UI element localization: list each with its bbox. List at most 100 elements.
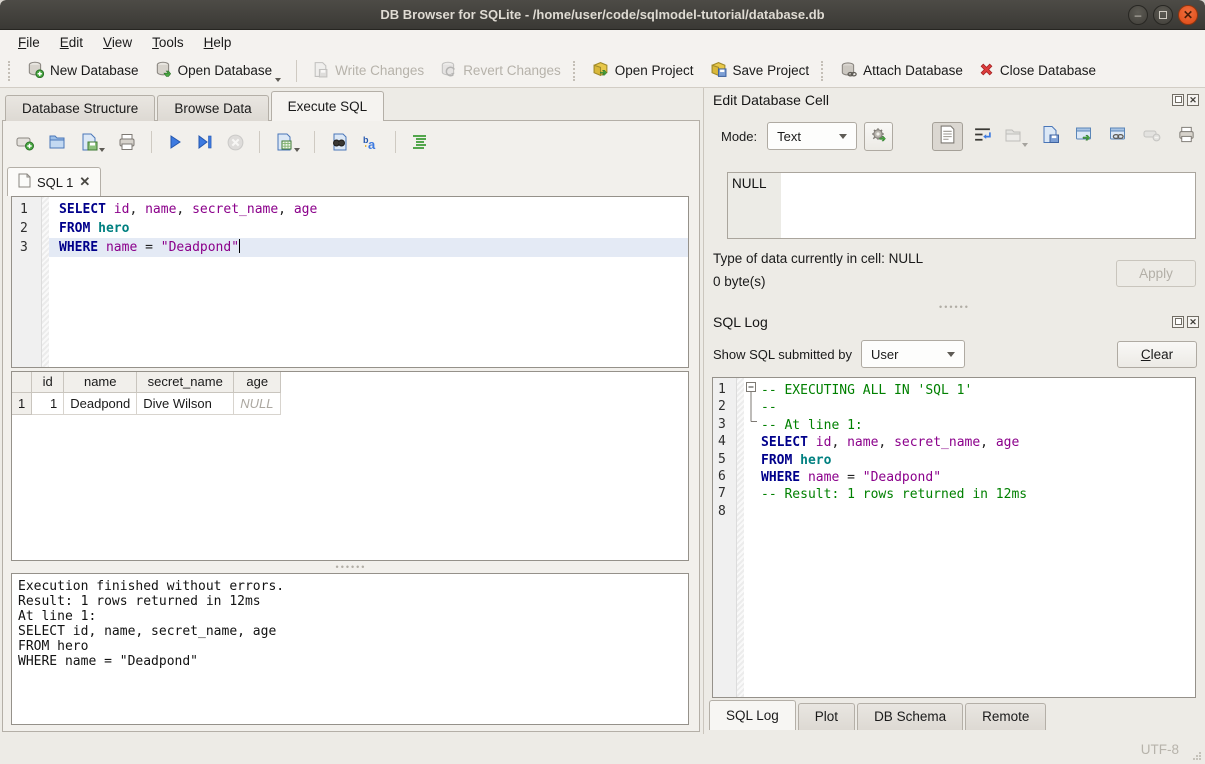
- play-to-line-icon: [196, 133, 214, 151]
- open-sql-file-button[interactable]: [47, 132, 67, 152]
- print-button[interactable]: [117, 132, 137, 152]
- link-button[interactable]: [1105, 126, 1131, 146]
- cell-age[interactable]: NULL: [234, 392, 281, 414]
- write-changes-label: Write Changes: [335, 63, 424, 78]
- format-indent-button[interactable]: [410, 132, 430, 152]
- auto-switch-mode-button[interactable]: [864, 122, 893, 151]
- left-pane: Database Structure Browse Data Execute S…: [0, 88, 702, 734]
- code-line: FROM hero: [49, 219, 688, 238]
- execute-all-button[interactable]: [166, 133, 184, 151]
- corner-header[interactable]: [12, 372, 32, 392]
- execute-sql-page: ba SQL 1 ✕ 1 2 3: [2, 120, 700, 732]
- find-button[interactable]: [329, 132, 349, 152]
- close-database-icon: [979, 62, 994, 80]
- cell-id[interactable]: 1: [32, 392, 64, 414]
- open-external-icon: [1075, 126, 1094, 146]
- mode-select[interactable]: Text: [767, 122, 857, 150]
- open-external-button[interactable]: [1071, 126, 1097, 146]
- float-icon[interactable]: [1172, 94, 1184, 106]
- autocomplete-button[interactable]: ba: [361, 132, 381, 152]
- text-mode-button[interactable]: [932, 122, 963, 151]
- column-header-secret-name[interactable]: secret_name: [137, 372, 234, 392]
- sql-code-editor[interactable]: 1 2 3 SELECT id, name, secret_name, age …: [11, 196, 689, 368]
- close-database-button[interactable]: Close Database: [971, 56, 1104, 86]
- dock-splitter-handle[interactable]: ••••••: [704, 304, 1205, 310]
- word-wrap-icon: [973, 126, 992, 146]
- splitter-handle[interactable]: ••••••: [3, 564, 699, 570]
- table-row: 1 1 Deadpond Dive Wilson NULL: [12, 392, 281, 414]
- column-header-id[interactable]: id: [32, 372, 64, 392]
- menu-edit[interactable]: Edit: [50, 33, 93, 52]
- export-icon: [1041, 125, 1060, 147]
- tab-database-structure[interactable]: Database Structure: [5, 95, 155, 121]
- titlebar[interactable]: DB Browser for SQLite - /home/user/code/…: [0, 0, 1205, 30]
- cell-name[interactable]: Deadpond: [64, 392, 137, 414]
- text-mode-icon: [939, 125, 956, 147]
- new-database-button[interactable]: New Database: [19, 56, 147, 86]
- column-header-age[interactable]: age: [234, 372, 281, 392]
- open-project-button[interactable]: Open Project: [584, 56, 702, 86]
- execution-message-area[interactable]: Execution finished without errors. Resul…: [11, 573, 689, 725]
- float-icon[interactable]: [1172, 316, 1184, 328]
- mode-value: Text: [777, 129, 801, 144]
- resize-grip[interactable]: [1192, 751, 1202, 761]
- new-tab-icon: [15, 132, 35, 152]
- editor-code-area[interactable]: SELECT id, name, secret_name, age FROM h…: [49, 197, 688, 367]
- main-tab-bar: Database Structure Browse Data Execute S…: [5, 91, 386, 121]
- save-project-button[interactable]: Save Project: [702, 56, 818, 86]
- editor-line-numbers: 1 2 3: [12, 197, 42, 367]
- column-header-name[interactable]: name: [64, 372, 137, 392]
- print-cell-button[interactable]: [1173, 125, 1199, 147]
- save-results-menu-caret[interactable]: [294, 148, 300, 152]
- menu-file[interactable]: File: [8, 33, 50, 52]
- exec-log-line: Result: 1 rows returned in 12ms: [18, 594, 682, 609]
- results-grid[interactable]: id name secret_name age 1 1 Deadpond Div…: [11, 371, 689, 561]
- open-database-label: Open Database: [178, 63, 273, 78]
- attach-database-button[interactable]: Attach Database: [832, 56, 971, 86]
- menu-view[interactable]: View: [93, 33, 142, 52]
- exec-log-line: SELECT id, name, secret_name, age: [18, 624, 682, 639]
- maximize-icon: [1159, 11, 1167, 19]
- word-wrap-button[interactable]: [969, 126, 995, 146]
- tab-sql-log[interactable]: SQL Log: [709, 700, 796, 730]
- save-file-menu-caret[interactable]: [99, 148, 105, 152]
- toolbar-separator: [151, 131, 152, 153]
- write-changes-icon: [312, 61, 329, 81]
- execute-line-button[interactable]: [196, 133, 214, 151]
- save-results-button[interactable]: [274, 132, 300, 152]
- clear-button[interactable]: Clear: [1117, 341, 1197, 368]
- tab-execute-sql[interactable]: Execute SQL: [271, 91, 385, 121]
- export-button[interactable]: [1037, 125, 1063, 147]
- close-icon[interactable]: ✕: [1187, 94, 1199, 106]
- cell-value: NULL: [732, 176, 767, 191]
- minimize-icon: –: [1135, 9, 1142, 21]
- close-tab-icon[interactable]: ✕: [79, 174, 90, 190]
- close-button[interactable]: ✕: [1178, 5, 1198, 25]
- tab-db-schema[interactable]: DB Schema: [857, 703, 963, 730]
- main-toolbar: New Database Open Database Write Changes…: [0, 54, 1205, 88]
- menu-help[interactable]: Help: [194, 33, 242, 52]
- tab-remote[interactable]: Remote: [965, 703, 1046, 730]
- cell-editor[interactable]: NULL: [727, 172, 1196, 239]
- save-sql-file-button[interactable]: [79, 132, 105, 152]
- sql-file-tab[interactable]: SQL 1 ✕: [7, 167, 101, 196]
- code-line: SELECT id, name, secret_name, age: [49, 200, 688, 219]
- sql-log-view[interactable]: 1 2 3 4 5 6 7 8 -- EXECUTING ALL IN 'SQL…: [712, 377, 1196, 698]
- close-icon[interactable]: ✕: [1187, 316, 1199, 328]
- tab-plot[interactable]: Plot: [798, 703, 855, 730]
- chevron-down-icon: [947, 352, 955, 357]
- apply-label: Apply: [1139, 266, 1173, 281]
- tab-browse-data[interactable]: Browse Data: [157, 95, 268, 121]
- row-number[interactable]: 1: [12, 392, 32, 414]
- submitter-select[interactable]: User: [861, 340, 965, 368]
- menu-tools[interactable]: Tools: [142, 33, 194, 52]
- open-database-button[interactable]: Open Database: [147, 56, 290, 86]
- maximize-button[interactable]: [1153, 5, 1173, 25]
- open-sql-tab-button[interactable]: [15, 132, 35, 152]
- printer-icon: [1177, 125, 1196, 147]
- fold-markers[interactable]: [744, 378, 759, 697]
- cell-secret-name[interactable]: Dive Wilson: [137, 392, 234, 414]
- log-code-area: -- EXECUTING ALL IN 'SQL 1' -- -- At lin…: [759, 378, 1195, 697]
- minimize-button[interactable]: –: [1128, 5, 1148, 25]
- open-database-menu-caret[interactable]: [275, 78, 281, 82]
